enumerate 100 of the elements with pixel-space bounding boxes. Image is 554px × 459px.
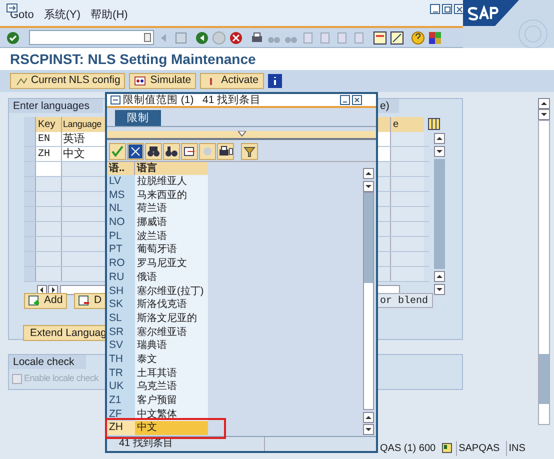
table-cell[interactable]: 葡萄牙语	[135, 243, 208, 258]
table-cell[interactable]: 荷兰语	[135, 202, 208, 216]
table-cell[interactable]: SK	[108, 298, 135, 312]
table-cell[interactable]: 罗马尼亚文	[135, 257, 208, 271]
maximize-icon[interactable]	[442, 4, 452, 14]
back-icon[interactable]	[195, 30, 209, 44]
scroll-up-icon[interactable]	[363, 412, 374, 423]
table-cell[interactable]: 俄语	[135, 270, 208, 284]
scroll-down-icon[interactable]	[363, 424, 374, 435]
add-button[interactable]: Add	[24, 293, 67, 309]
table-cell[interactable]: 客户预留	[135, 394, 208, 408]
table-cell[interactable]: 马来西亚的	[135, 188, 208, 202]
table-cell	[36, 177, 62, 191]
table-cell[interactable]: SV	[108, 339, 135, 353]
table-cell	[36, 252, 62, 266]
dialog-title: 限制值范围 (1) 41 找到条目	[123, 94, 262, 106]
check-button[interactable]	[109, 143, 126, 160]
table-cell	[390, 132, 424, 146]
table-cell[interactable]: RO	[108, 257, 135, 271]
table-cell[interactable]: 泰文	[135, 352, 208, 367]
window-icon[interactable]	[390, 30, 404, 44]
export-button[interactable]	[181, 143, 198, 160]
scroll-down-icon[interactable]	[434, 146, 445, 157]
binoculars-button[interactable]	[145, 143, 162, 160]
toolbar-button[interactable]: Simulate	[129, 73, 196, 89]
table-cell[interactable]: NO	[108, 216, 135, 230]
minimize-icon[interactable]	[340, 95, 350, 105]
scroll-left-icon[interactable]	[37, 285, 47, 295]
command-field[interactable]	[29, 30, 154, 45]
table-cell	[390, 237, 424, 251]
table-cell	[36, 192, 62, 206]
table-cell[interactable]: 土耳其语	[135, 366, 208, 380]
cancel-icon[interactable]	[229, 30, 243, 44]
input-field[interactable]: EN	[36, 132, 62, 146]
table-cell[interactable]: TH	[108, 352, 135, 367]
input-field[interactable]: ZH	[36, 147, 62, 161]
table-cell[interactable]: 乌克兰语	[135, 380, 208, 394]
table-cell[interactable]: ZH	[108, 421, 135, 436]
minimize-icon[interactable]	[430, 4, 440, 14]
table-cell[interactable]: 塞尔维亚语	[135, 326, 208, 340]
table-cell[interactable]: 瑞典语	[135, 339, 208, 353]
table-cell[interactable]: TR	[108, 366, 135, 380]
table-cell[interactable]: Z1	[108, 394, 135, 408]
table-cell[interactable]: 中文	[135, 421, 208, 436]
table-cell[interactable]: PT	[108, 243, 135, 258]
table-cell[interactable]: MS	[108, 188, 135, 202]
scroll-down-icon[interactable]	[434, 284, 445, 295]
table-cell[interactable]: NL	[108, 202, 135, 216]
toolbar-button[interactable]: Activate	[200, 73, 264, 89]
table-cell	[36, 237, 62, 251]
table-cell[interactable]: SR	[108, 326, 135, 340]
help-icon[interactable]	[411, 30, 425, 44]
table-cell	[390, 147, 424, 161]
checkbox-label: Enable locale check	[24, 372, 98, 385]
status-text: INS	[506, 440, 528, 456]
table-cell[interactable]: 波兰语	[135, 230, 208, 244]
scroll-up-icon[interactable]	[538, 98, 550, 109]
table-cell[interactable]: UK	[108, 380, 135, 394]
palette-icon[interactable]	[428, 30, 442, 44]
scroll-right-icon[interactable]	[48, 285, 58, 295]
info-icon[interactable]	[268, 74, 282, 88]
column-header: Key	[36, 117, 62, 132]
table-cell[interactable]: 拉脱维亚人	[135, 175, 208, 189]
table-cell[interactable]: PL	[108, 230, 135, 244]
toolbar-button[interactable]: Current NLS config	[10, 73, 126, 89]
table-cell[interactable]: 塞尔维亚(拉丁)	[135, 284, 208, 298]
blend-button[interactable]: or blend	[375, 293, 434, 308]
dropdown-icon[interactable]	[144, 33, 151, 42]
column-settings-icon[interactable]	[428, 118, 440, 130]
table-cell[interactable]: 挪威语	[135, 216, 208, 230]
filter-button[interactable]	[241, 143, 258, 160]
cancel-button[interactable]	[127, 143, 144, 160]
input-field[interactable]	[36, 162, 62, 176]
table-cell[interactable]: LV	[108, 175, 135, 189]
scroll-up-icon[interactable]	[434, 271, 445, 282]
table-cell[interactable]: SL	[108, 312, 135, 326]
window-menu-icon[interactable]	[110, 95, 121, 105]
menu-item[interactable]: 系统(Y)	[44, 6, 81, 23]
column-header: e	[390, 117, 424, 132]
check-icon[interactable]	[6, 30, 20, 44]
close-icon[interactable]	[352, 95, 362, 105]
close-icon[interactable]	[454, 4, 464, 14]
column-header: 语言	[135, 162, 208, 175]
scroll-down-icon[interactable]	[538, 109, 550, 120]
scroll-down-icon[interactable]	[363, 181, 374, 192]
scroll-up-icon[interactable]	[434, 133, 445, 144]
scroll-up-icon[interactable]	[363, 168, 374, 179]
table-cell[interactable]: SH	[108, 284, 135, 298]
window-icon[interactable]	[373, 30, 387, 44]
status-text: SAPQAS	[456, 440, 502, 456]
printer-icon[interactable]	[250, 30, 264, 44]
binoculars-button[interactable]	[163, 143, 180, 160]
printer-button[interactable]	[217, 143, 234, 160]
table-cell[interactable]: 斯洛文尼亚的	[135, 312, 208, 326]
menu-item[interactable]: 帮助(H)	[90, 6, 128, 23]
tab[interactable]: 限制	[115, 110, 161, 126]
table-cell[interactable]: 斯洛伐克语	[135, 298, 208, 312]
group-title: e)	[378, 99, 400, 113]
table-cell[interactable]: RU	[108, 270, 135, 284]
status-text: QAS (1) 600	[379, 442, 437, 456]
